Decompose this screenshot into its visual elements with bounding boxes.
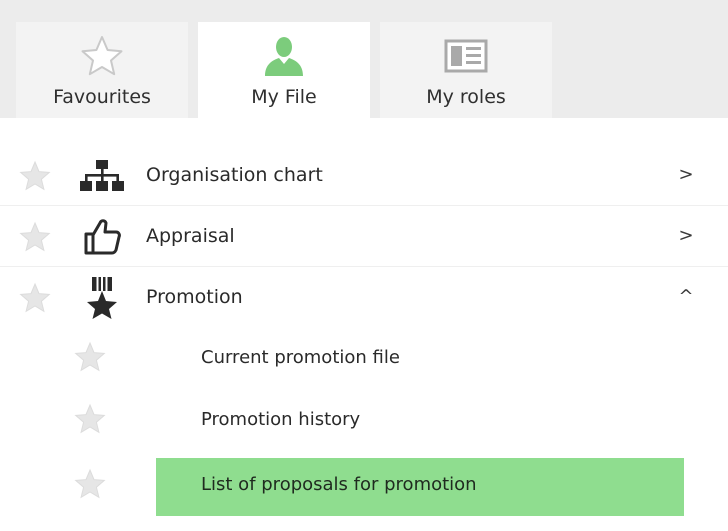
menu-item-appraisal[interactable]: Appraisal > <box>0 207 728 267</box>
star-icon <box>80 34 124 78</box>
menu-item-label: Organisation chart <box>146 164 323 186</box>
chevron-up-icon: ^ <box>678 286 694 307</box>
submenu-item-label: Current promotion file <box>201 347 400 368</box>
tab-bar-strip <box>0 0 728 22</box>
favourite-star-icon[interactable] <box>74 403 106 439</box>
person-icon <box>261 34 307 78</box>
tab-label: My roles <box>426 86 506 108</box>
submenu-item-label: List of proposals for promotion <box>201 474 477 495</box>
submenu-item-current-promotion-file[interactable]: Current promotion file <box>0 329 728 389</box>
tab-bar: Favourites My File My roles <box>0 0 728 118</box>
menu-item-label: Appraisal <box>146 225 235 247</box>
tab-label: My File <box>251 86 317 108</box>
favourite-star-icon[interactable] <box>19 160 51 196</box>
menu-item-organisation-chart[interactable]: Organisation chart > <box>0 146 728 206</box>
tab-my-roles[interactable]: My roles <box>380 22 552 118</box>
favourite-star-icon[interactable] <box>74 468 106 504</box>
submenu-item-list-of-proposals[interactable]: List of proposals for promotion <box>0 456 728 516</box>
thumbs-up-icon <box>80 217 124 257</box>
favourite-star-icon[interactable] <box>74 341 106 377</box>
favourite-star-icon[interactable] <box>19 221 51 257</box>
tab-my-file[interactable]: My File <box>198 22 370 118</box>
favourite-star-icon[interactable] <box>19 282 51 318</box>
submenu-item-label: Promotion history <box>201 409 361 430</box>
menu-item-promotion[interactable]: Promotion ^ <box>0 268 728 328</box>
tab-label: Favourites <box>53 86 151 108</box>
menu-item-label: Promotion <box>146 286 243 308</box>
org-chart-icon <box>80 156 124 196</box>
chevron-right-icon: > <box>678 164 694 185</box>
medal-icon <box>80 277 124 319</box>
submenu-item-promotion-history[interactable]: Promotion history <box>0 391 728 451</box>
chevron-right-icon: > <box>678 225 694 246</box>
id-card-icon <box>443 34 489 78</box>
tab-favourites[interactable]: Favourites <box>16 22 188 118</box>
